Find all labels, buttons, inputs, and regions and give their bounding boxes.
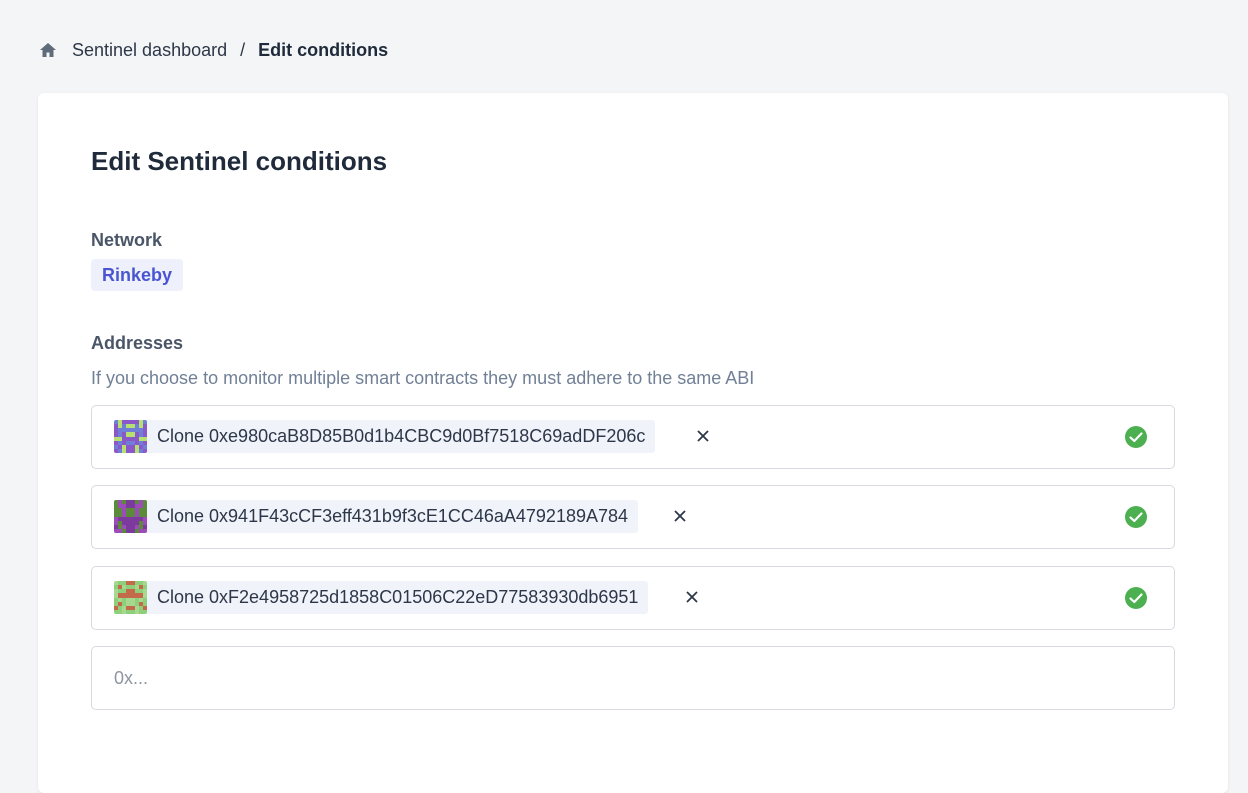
edit-conditions-card: Edit Sentinel conditions Network Rinkeby… xyxy=(38,93,1228,793)
address-chip-label: Clone 0x941F43cCF3eff431b9f3cE1CC46aA479… xyxy=(157,506,629,526)
breadcrumb: Sentinel dashboard / Edit conditions xyxy=(38,38,388,62)
addresses-label: Addresses xyxy=(91,333,184,353)
blockie-avatar xyxy=(114,581,147,614)
address-chip: Clone 0xF2e4958725d1858C01506C22eD775839… xyxy=(114,581,649,614)
remove-address-icon[interactable] xyxy=(672,508,688,524)
addresses-help-text: If you choose to monitor multiple smart … xyxy=(91,368,755,388)
valid-check-icon xyxy=(1124,425,1148,449)
network-badge: Rinkeby xyxy=(91,259,184,291)
home-icon[interactable] xyxy=(38,40,58,60)
blockie-avatar xyxy=(114,420,147,453)
address-row[interactable]: Clone 0xF2e4958725d1858C01506C22eD775839… xyxy=(91,566,1175,630)
network-label: Network xyxy=(91,230,163,250)
remove-address-icon[interactable] xyxy=(695,428,711,444)
valid-check-icon xyxy=(1124,505,1148,529)
valid-check-icon xyxy=(1124,586,1148,610)
blockie-avatar xyxy=(114,500,147,533)
page-title: Edit Sentinel conditions xyxy=(91,146,388,176)
address-row[interactable]: Clone 0xe980caB8D85B0d1b4CBC9d0Bf7518C69… xyxy=(91,405,1175,469)
address-chip-label: Clone 0xF2e4958725d1858C01506C22eD775839… xyxy=(157,587,639,607)
new-address-input[interactable] xyxy=(91,646,1175,710)
breadcrumb-current: Edit conditions xyxy=(258,39,389,60)
address-chip-label: Clone 0xe980caB8D85B0d1b4CBC9d0Bf7518C69… xyxy=(157,426,646,446)
address-chip: Clone 0x941F43cCF3eff431b9f3cE1CC46aA479… xyxy=(114,500,639,533)
address-chip: Clone 0xe980caB8D85B0d1b4CBC9d0Bf7518C69… xyxy=(114,420,656,453)
address-row[interactable]: Clone 0x941F43cCF3eff431b9f3cE1CC46aA479… xyxy=(91,485,1175,549)
remove-address-icon[interactable] xyxy=(684,589,700,605)
breadcrumb-link-dashboard[interactable]: Sentinel dashboard xyxy=(72,40,227,61)
breadcrumb-separator: / xyxy=(240,39,246,60)
